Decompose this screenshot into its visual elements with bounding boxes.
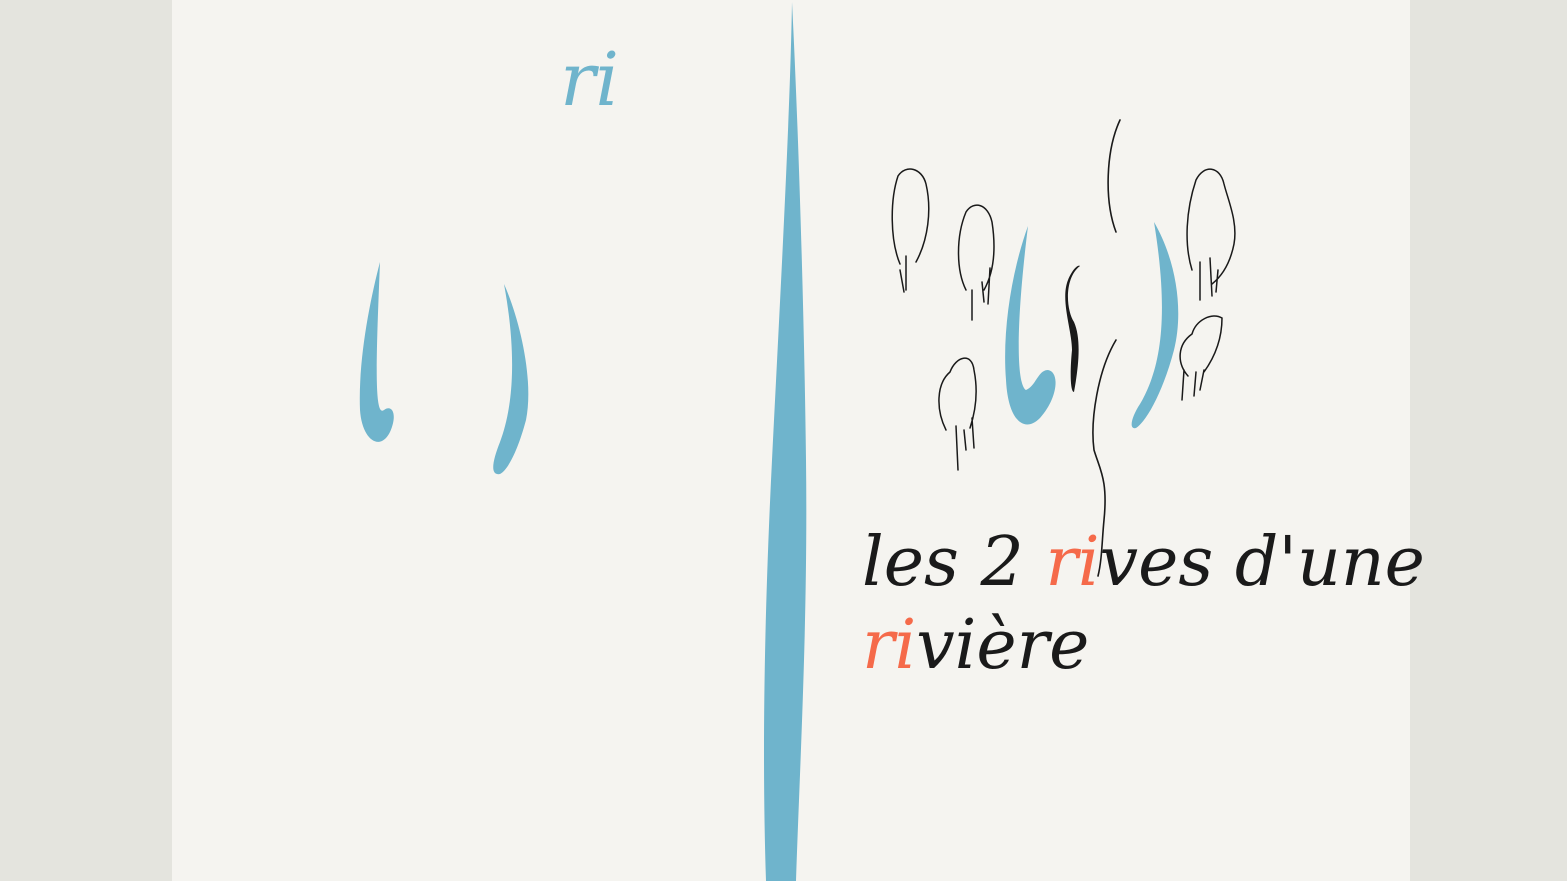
left-bank-stroke-left [359,262,394,442]
right-bank-stroke-right [1131,222,1179,429]
caption-2-text-after: vière [916,606,1089,685]
caption-1-text-after: ves d'une [1100,523,1425,602]
sketch-layer: ri les 2 rives d'une rivière [359,2,1425,881]
river-flow-line [1092,119,1121,577]
caption-line-2: rivière [862,606,1089,685]
left-bank-stroke-right [493,284,529,475]
left-syllable-ri: ri [560,37,619,123]
tree-icon [1179,315,1223,401]
tree-icon [957,204,995,321]
caption-2-highlight: ri [862,606,916,685]
river-center-stroke [1065,265,1080,392]
app-frame: ri les 2 rives d'une rivière [0,0,1567,881]
tree-icon [938,357,977,471]
tree-icon [891,168,930,293]
caption-1-highlight: ri [1045,523,1099,602]
right-bank-stroke-left [1005,226,1056,425]
central-river-stroke [764,2,807,881]
caption-line-1: les 2 rives d'une [862,523,1425,602]
caption-1-text-before: les 2 [862,523,1045,602]
tree-icon [1186,168,1236,301]
